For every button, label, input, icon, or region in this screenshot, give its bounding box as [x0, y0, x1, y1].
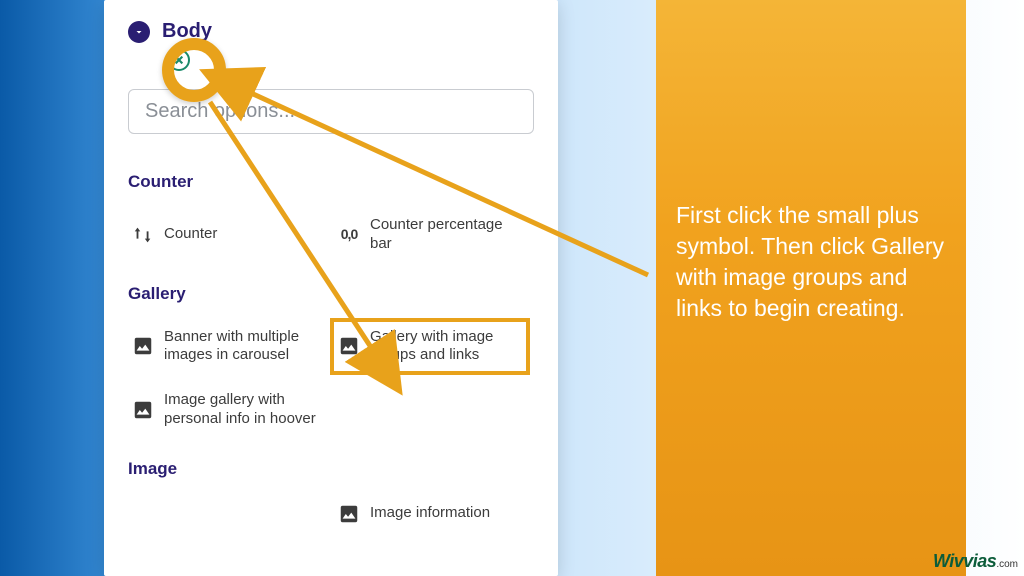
option-image-gallery-hover[interactable]: Image gallery with personal info in hoov… — [128, 385, 320, 435]
search-input[interactable] — [128, 89, 534, 134]
option-label: Counter — [164, 225, 217, 244]
option-label: Image information — [370, 504, 490, 523]
close-icon[interactable] — [168, 49, 190, 71]
image-icon — [132, 335, 154, 357]
instruction-text: First click the small plus symbol. Then … — [656, 0, 966, 324]
option-counter-percentage[interactable]: 0,0 Counter percentage bar — [334, 210, 526, 260]
option-label: Counter percentage bar — [370, 216, 522, 254]
option-label: Gallery with image groups and links — [370, 328, 522, 366]
image-icon — [132, 399, 154, 421]
image-icon — [338, 335, 360, 357]
group-label-gallery: Gallery — [128, 284, 526, 304]
image-icon — [338, 503, 360, 525]
group-image: Image information — [128, 497, 526, 531]
panel-title: Body — [162, 20, 212, 43]
group-counter: Counter 0,0 Counter percentage bar — [128, 210, 526, 260]
brand-watermark: Wivvias.com — [933, 551, 1018, 572]
chevron-down-icon[interactable] — [128, 21, 150, 43]
group-label-counter: Counter — [128, 172, 526, 192]
options-scroll[interactable]: Counter Counter 0,0 Counter percentage b… — [128, 160, 534, 570]
option-image-information[interactable]: Image information — [334, 497, 526, 531]
zero-icon: 0,0 — [338, 224, 360, 246]
sort-icon — [132, 224, 154, 246]
instruction-panel: First click the small plus symbol. Then … — [656, 0, 966, 576]
options-panel: Body Counter Counter 0,0 Counter percent… — [104, 0, 558, 576]
option-label: Banner with multiple images in carousel — [164, 328, 316, 366]
option-banner-carousel[interactable]: Banner with multiple images in carousel — [128, 322, 320, 372]
panel-header: Body — [128, 20, 534, 43]
option-gallery-image-groups[interactable]: Gallery with image groups and links — [334, 322, 526, 372]
option-counter[interactable]: Counter — [128, 210, 320, 260]
option-label: Image gallery with personal info in hoov… — [164, 391, 316, 429]
group-gallery: Banner with multiple images in carousel … — [128, 322, 526, 435]
group-label-image: Image — [128, 459, 526, 479]
